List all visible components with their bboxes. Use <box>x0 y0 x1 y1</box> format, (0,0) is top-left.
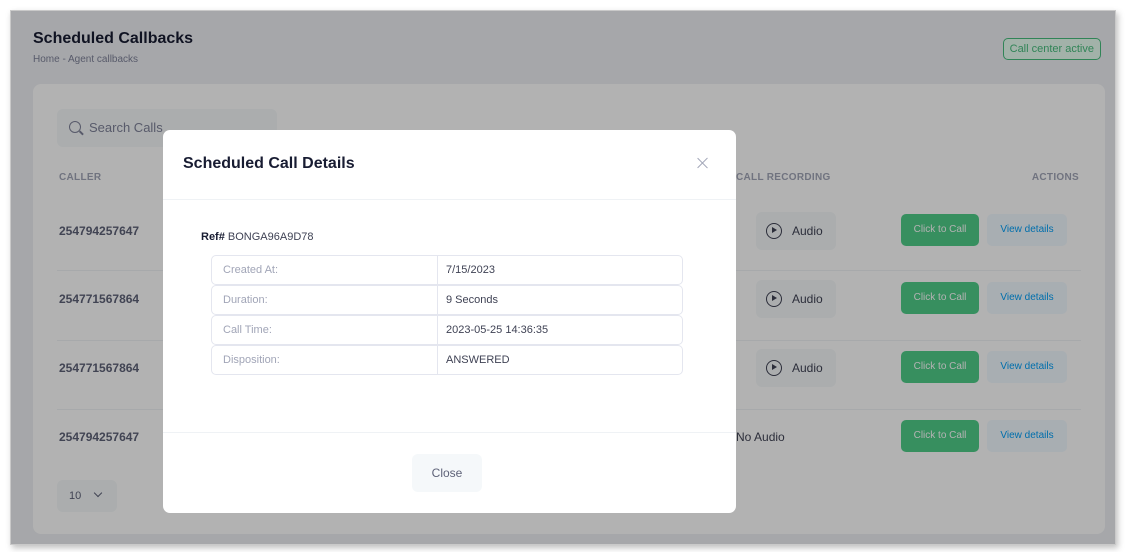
app-window: Scheduled Callbacks Home - Agent callbac… <box>10 10 1116 545</box>
cell-divider <box>437 286 438 314</box>
modal-header-divider <box>163 199 736 200</box>
cell-divider <box>437 316 438 344</box>
modal-footer-divider <box>163 432 736 433</box>
cell-divider <box>437 256 438 284</box>
detail-row: Duration: 9 Seconds <box>211 285 683 315</box>
detail-label: Duration: <box>223 294 268 306</box>
close-button[interactable]: Close <box>412 454 482 492</box>
ref-label: Ref# <box>201 231 225 243</box>
cell-divider <box>437 346 438 374</box>
close-icon[interactable] <box>696 156 710 170</box>
detail-row: Call Time: 2023-05-25 14:36:35 <box>211 315 683 345</box>
modal-title: Scheduled Call Details <box>183 155 355 172</box>
detail-label: Disposition: <box>223 354 280 366</box>
detail-label: Created At: <box>223 264 279 276</box>
detail-value: 7/15/2023 <box>446 264 495 276</box>
detail-label: Call Time: <box>223 324 272 336</box>
detail-value: 2023-05-25 14:36:35 <box>446 324 549 336</box>
detail-value: 9 Seconds <box>446 294 498 306</box>
detail-value: ANSWERED <box>446 354 510 366</box>
detail-row: Disposition: ANSWERED <box>211 345 683 375</box>
details-table: Created At: 7/15/2023 Duration: 9 Second… <box>211 255 683 375</box>
scheduled-call-details-modal: Scheduled Call Details Ref# BONGA96A9D78… <box>163 130 736 513</box>
reference-line: Ref# BONGA96A9D78 <box>201 231 314 243</box>
ref-value: BONGA96A9D78 <box>227 231 314 243</box>
detail-row: Created At: 7/15/2023 <box>211 255 683 285</box>
